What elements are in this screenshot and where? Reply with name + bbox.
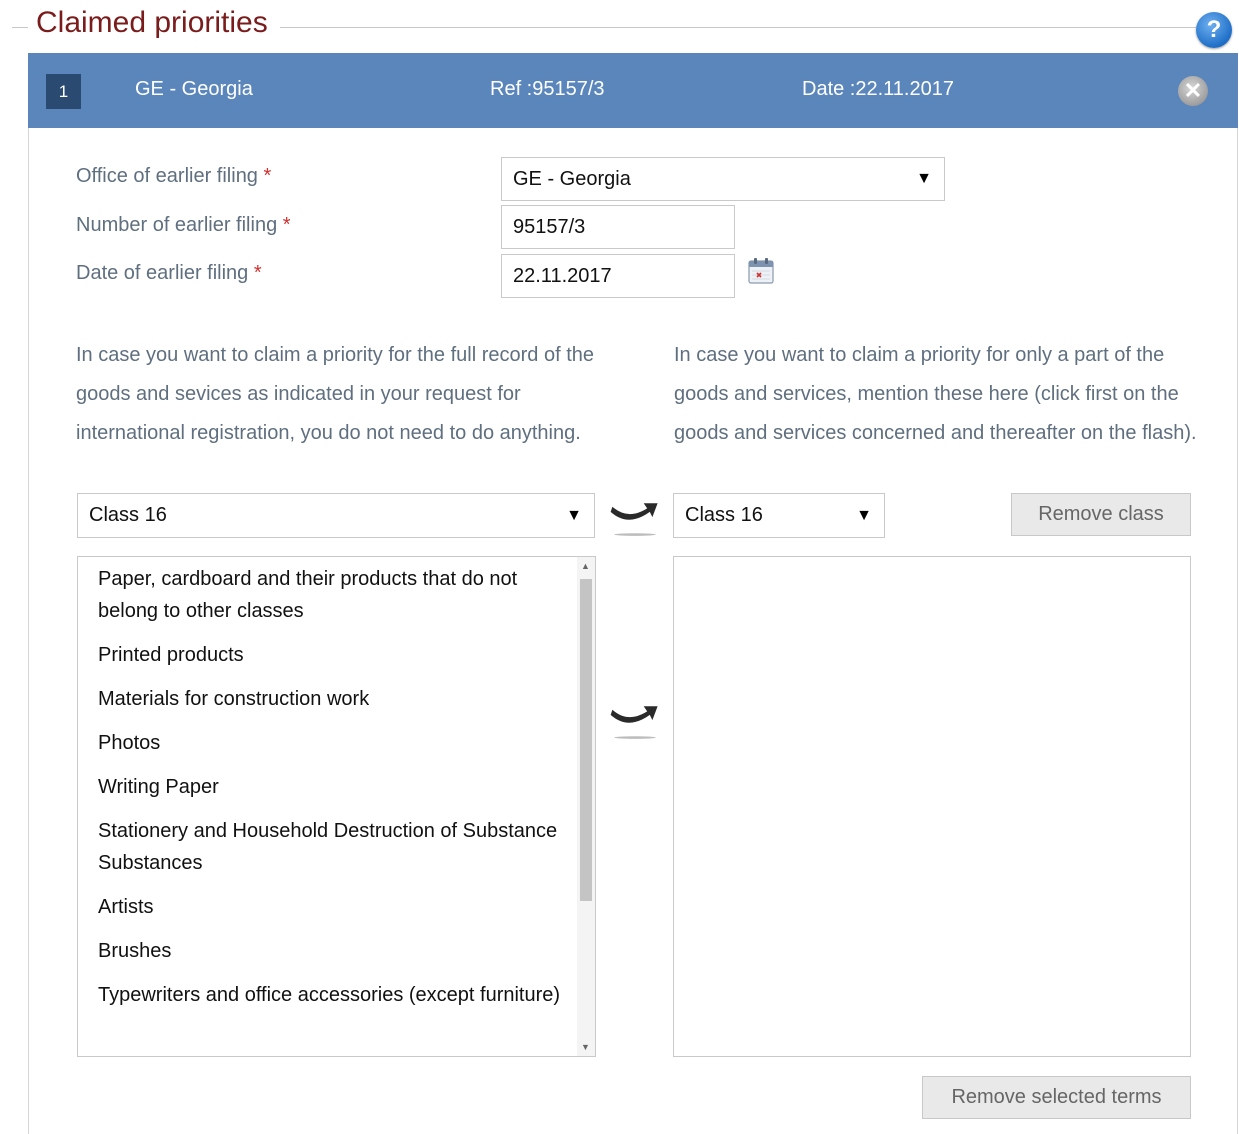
transfer-terms-arrow-icon[interactable] [605,701,665,741]
date-label: Date of earlier filing * [76,262,262,285]
scroll-up-icon[interactable]: ▲ [581,561,590,571]
source-class-select[interactable]: Class 16 ▼ [77,493,595,538]
priority-country: GE - Georgia [135,78,253,100]
term-item[interactable]: Paper, cardboard and their products that… [98,561,568,637]
term-item[interactable]: Printed products [98,637,568,681]
source-terms-list[interactable]: Paper, cardboard and their products that… [77,556,596,1057]
chevron-down-icon: ▼ [566,507,582,524]
fieldset-border-left [12,27,28,28]
transfer-class-arrow-icon[interactable] [605,498,665,538]
required-mark: * [263,165,272,187]
office-select[interactable]: GE - Georgia ▼ [501,157,945,201]
chevron-down-icon: ▼ [856,507,872,524]
priority-header-bar[interactable]: 1 GE - Georgia Ref :95157/3 Date :22.11.… [28,53,1238,128]
scrollbar-thumb[interactable] [580,579,592,901]
priority-index-badge: 1 [46,74,81,109]
number-label-text: Number of earlier filing [76,214,278,236]
priority-date: Date :22.11.2017 [802,78,954,100]
remove-selected-terms-button[interactable]: Remove selected terms [922,1076,1191,1119]
instruction-full-record: In case you want to claim a priority for… [76,344,595,444]
office-label-text: Office of earlier filing [76,165,258,187]
priority-ref: Ref :95157/3 [490,78,605,100]
panel-border-left [28,128,29,1134]
term-item[interactable]: Writing Paper [98,769,568,813]
office-select-value: GE - Georgia [513,168,631,190]
required-mark: * [282,214,291,236]
date-input[interactable]: 22.11.2017 [501,254,735,298]
term-item[interactable]: Materials for construction work [98,681,568,725]
number-label: Number of earlier filing * [76,214,291,237]
scroll-down-icon[interactable]: ▼ [581,1042,590,1052]
required-mark: * [253,262,262,284]
target-class-value: Class 16 [685,504,763,526]
close-icon[interactable]: ✕ [1178,76,1208,106]
remove-class-button[interactable]: Remove class [1011,493,1191,536]
chevron-down-icon: ▼ [916,170,932,187]
panel-border-right [1237,128,1238,1134]
calendar-icon[interactable] [746,256,776,286]
number-input-value: 95157/3 [513,216,586,238]
office-label: Office of earlier filing * [76,165,271,188]
section-title: Claimed priorities [36,6,268,39]
fieldset-border-right [280,27,1196,28]
help-icon[interactable]: ? [1196,12,1232,48]
selected-terms-list[interactable] [673,556,1191,1057]
term-item[interactable]: Stationery and Household Destruction of … [98,813,568,889]
term-item[interactable]: Photos [98,725,568,769]
list-scrollbar[interactable]: ▲ ▼ [577,557,595,1056]
instruction-partial: In case you want to claim a priority for… [674,344,1197,444]
term-item[interactable]: Brushes [98,933,568,977]
number-input[interactable]: 95157/3 [501,205,735,249]
target-class-select[interactable]: Class 16 ▼ [673,493,885,538]
date-label-text: Date of earlier filing [76,262,249,284]
term-item[interactable]: Typewriters and office accessories (exce… [98,977,568,1021]
source-class-value: Class 16 [89,504,167,526]
term-item[interactable]: Artists [98,889,568,933]
date-input-value: 22.11.2017 [513,265,612,287]
